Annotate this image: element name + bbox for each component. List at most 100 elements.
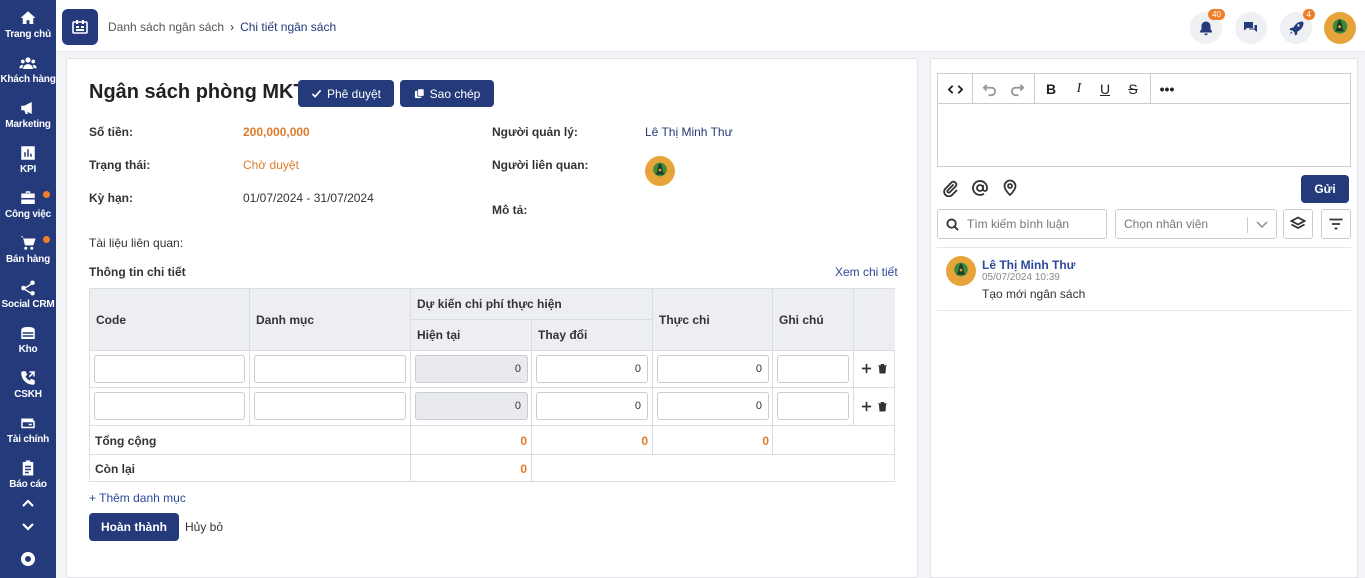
trash-icon[interactable] (877, 363, 888, 374)
attach-button[interactable] (941, 179, 959, 198)
approve-button[interactable]: Phê duyệt (298, 80, 394, 107)
strikethrough-button[interactable]: S (1124, 81, 1142, 97)
related-documents-label: Tài liệu liên quan: (89, 236, 184, 250)
strikethrough-icon: S (1128, 81, 1138, 97)
total-actual-value: 0 (762, 434, 769, 448)
breadcrumb: Danh sách ngân sách › Chi tiết ngân sách (108, 20, 336, 34)
sidebar-item-tasks[interactable]: Công việc (0, 189, 56, 233)
employee-select-placeholder: Chọn nhân viên (1124, 217, 1209, 231)
toolbar-divider (1150, 74, 1151, 104)
related-person-avatar[interactable] (645, 156, 675, 186)
undo-button[interactable] (980, 81, 998, 97)
complete-button[interactable]: Hoàn thành (89, 513, 179, 541)
undo-icon (982, 83, 996, 96)
amount-label: Số tiền: (89, 125, 133, 139)
sidebar-item-kpi[interactable]: KPI (0, 144, 56, 188)
header-text: Hiện tại (417, 328, 461, 342)
layers-button[interactable] (1283, 209, 1313, 239)
comments-panel: B I U S ••• Gửi Tìm kiếm bình luận Chọn … (930, 58, 1358, 578)
copy-button[interactable]: Sao chép (400, 80, 494, 107)
sidebar-item-marketing[interactable]: Marketing (0, 99, 56, 143)
total-current-value: 0 (520, 434, 527, 448)
total-label: Tổng cộng (95, 434, 157, 448)
breadcrumb-separator: › (230, 20, 235, 34)
trash-icon[interactable] (877, 401, 888, 412)
amount-value: 200,000,000 (243, 125, 310, 139)
megaphone-icon (21, 102, 32, 114)
wallet-icon (21, 418, 35, 429)
toolbar-divider (972, 74, 973, 104)
rocket-avatar-icon (956, 262, 966, 275)
code-view-button[interactable] (946, 81, 964, 97)
italic-button[interactable]: I (1070, 81, 1088, 97)
manager-label: Người quản lý: (492, 125, 578, 139)
plus-icon[interactable] (861, 363, 872, 374)
view-detail-link[interactable]: Xem chi tiết (835, 265, 898, 279)
sidebar-item-warehouse[interactable]: Kho (0, 324, 56, 368)
chevron-down-icon (22, 523, 34, 531)
sidebar-item-label: KPI (19, 164, 37, 175)
scroll-up-button[interactable] (18, 493, 38, 513)
bold-button[interactable]: B (1042, 81, 1060, 97)
manager-value[interactable]: Lê Thị Minh Thư (645, 125, 733, 139)
send-button[interactable]: Gửi (1301, 175, 1349, 203)
budget-app-icon[interactable] (62, 9, 98, 45)
user-avatar[interactable] (1324, 12, 1356, 44)
page-title: Ngân sách phòng MKT (89, 81, 306, 103)
mention-button[interactable] (971, 179, 989, 197)
comment-author-avatar[interactable] (946, 256, 976, 286)
toolbar-divider (1034, 74, 1035, 104)
search-placeholder: Tìm kiếm bình luận (967, 217, 1070, 231)
column-divider (773, 351, 854, 426)
more-options-button[interactable]: ••• (1158, 81, 1176, 97)
comment-search-input[interactable]: Tìm kiếm bình luận (937, 209, 1107, 239)
employee-select[interactable]: Chọn nhân viên (1115, 209, 1277, 239)
chat-icon (1244, 22, 1257, 32)
filter-button[interactable] (1321, 209, 1351, 239)
underline-button[interactable]: U (1096, 81, 1114, 97)
plus-icon[interactable] (861, 401, 872, 412)
sidebar-item-finance[interactable]: Tài chính (0, 414, 56, 458)
row-actions (861, 363, 888, 374)
share-icon (21, 280, 35, 296)
redo-button[interactable] (1008, 81, 1026, 97)
search-icon (946, 217, 959, 231)
sidebar-item-label: Social CRM (1, 299, 55, 310)
support-button[interactable] (18, 549, 38, 569)
rocket-count-badge: 4 (1302, 9, 1315, 20)
warehouse-icon (21, 327, 35, 339)
scroll-down-button[interactable] (18, 517, 38, 537)
cancel-button[interactable]: Hủy bỏ (185, 520, 223, 534)
col-header-actual: Thực chi (653, 289, 773, 351)
sidebar-item-customer-care[interactable]: CSKH (0, 369, 56, 413)
chart-icon (21, 146, 35, 160)
comment-editor: B I U S ••• (937, 73, 1351, 167)
breadcrumb-parent[interactable]: Danh sách ngân sách (108, 20, 224, 34)
comment-author[interactable]: Lê Thị Minh Thư (982, 258, 1075, 272)
sidebar-item-social-crm[interactable]: Social CRM (0, 279, 56, 323)
phone-icon (21, 371, 35, 385)
header-text: Thực chi (659, 312, 710, 327)
detail-section-title: Thông tin chi tiết (89, 265, 186, 279)
notifications-button[interactable]: 40 (1190, 9, 1225, 44)
related-people-label: Người liên quan: (492, 158, 589, 172)
notification-dot (43, 236, 50, 243)
sidebar-item-sales[interactable]: Bán hàng (0, 234, 56, 278)
rocket-button[interactable]: 4 (1280, 9, 1315, 44)
header-text: Ghi chú (779, 312, 824, 327)
bold-icon: B (1045, 81, 1057, 97)
sidebar-item-label: Bán hàng (6, 254, 50, 265)
sidebar-item-customers[interactable]: Khách hàng (0, 54, 56, 98)
sidebar-item-label: Kho (18, 344, 38, 355)
check-icon (311, 89, 322, 98)
status-value: Chờ duyệt (243, 158, 299, 172)
column-divider (532, 351, 653, 426)
period-label: Kỳ hạn: (89, 191, 134, 205)
location-button[interactable] (1001, 179, 1019, 197)
add-category-link[interactable]: + Thêm danh mục (89, 491, 186, 505)
sidebar-item-home[interactable]: Trang chủ (0, 9, 56, 53)
comment-timestamp: 05/07/2024 10:39 (982, 272, 1060, 283)
chat-button[interactable] (1235, 12, 1267, 44)
budget-detail-card: Ngân sách phòng MKT Phê duyệt Sao chép S… (66, 58, 918, 578)
editor-toolbar: B I U S ••• (938, 74, 1350, 104)
